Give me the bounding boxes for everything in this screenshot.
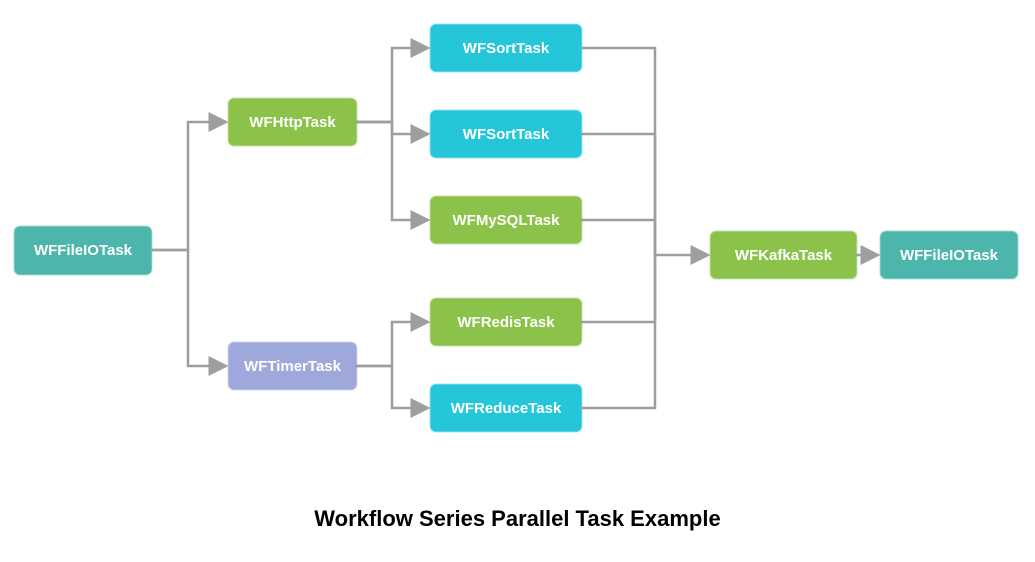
node-http: WFHttpTask <box>230 100 355 144</box>
node-label: WFKafkaTask <box>735 247 832 264</box>
node-reduce: WFReduceTask <box>432 386 580 430</box>
workflow-diagram: WFFileIOTask WFHttpTask WFTimerTask WFSo… <box>0 0 1035 500</box>
node-label: WFSortTask <box>463 126 549 143</box>
node-mysql: WFMySQLTask <box>432 198 580 242</box>
node-label: WFTimerTask <box>244 358 341 375</box>
node-sort2: WFSortTask <box>432 112 580 156</box>
node-sort1: WFSortTask <box>432 26 580 70</box>
node-label: WFReduceTask <box>451 400 562 417</box>
node-kafka: WFKafkaTask <box>712 233 855 277</box>
node-label: WFFileIOTask <box>34 242 132 259</box>
node-fileio2: WFFileIOTask <box>882 233 1016 277</box>
node-fileio1: WFFileIOTask <box>16 228 150 273</box>
diagram-title: Workflow Series Parallel Task Example <box>0 506 1035 532</box>
node-label: WFMySQLTask <box>453 212 560 229</box>
node-label: WFFileIOTask <box>900 247 998 264</box>
node-label: WFHttpTask <box>249 114 335 131</box>
node-label: WFSortTask <box>463 40 549 57</box>
node-label: WFRedisTask <box>457 314 554 331</box>
node-timer: WFTimerTask <box>230 344 355 388</box>
node-redis: WFRedisTask <box>432 300 580 344</box>
